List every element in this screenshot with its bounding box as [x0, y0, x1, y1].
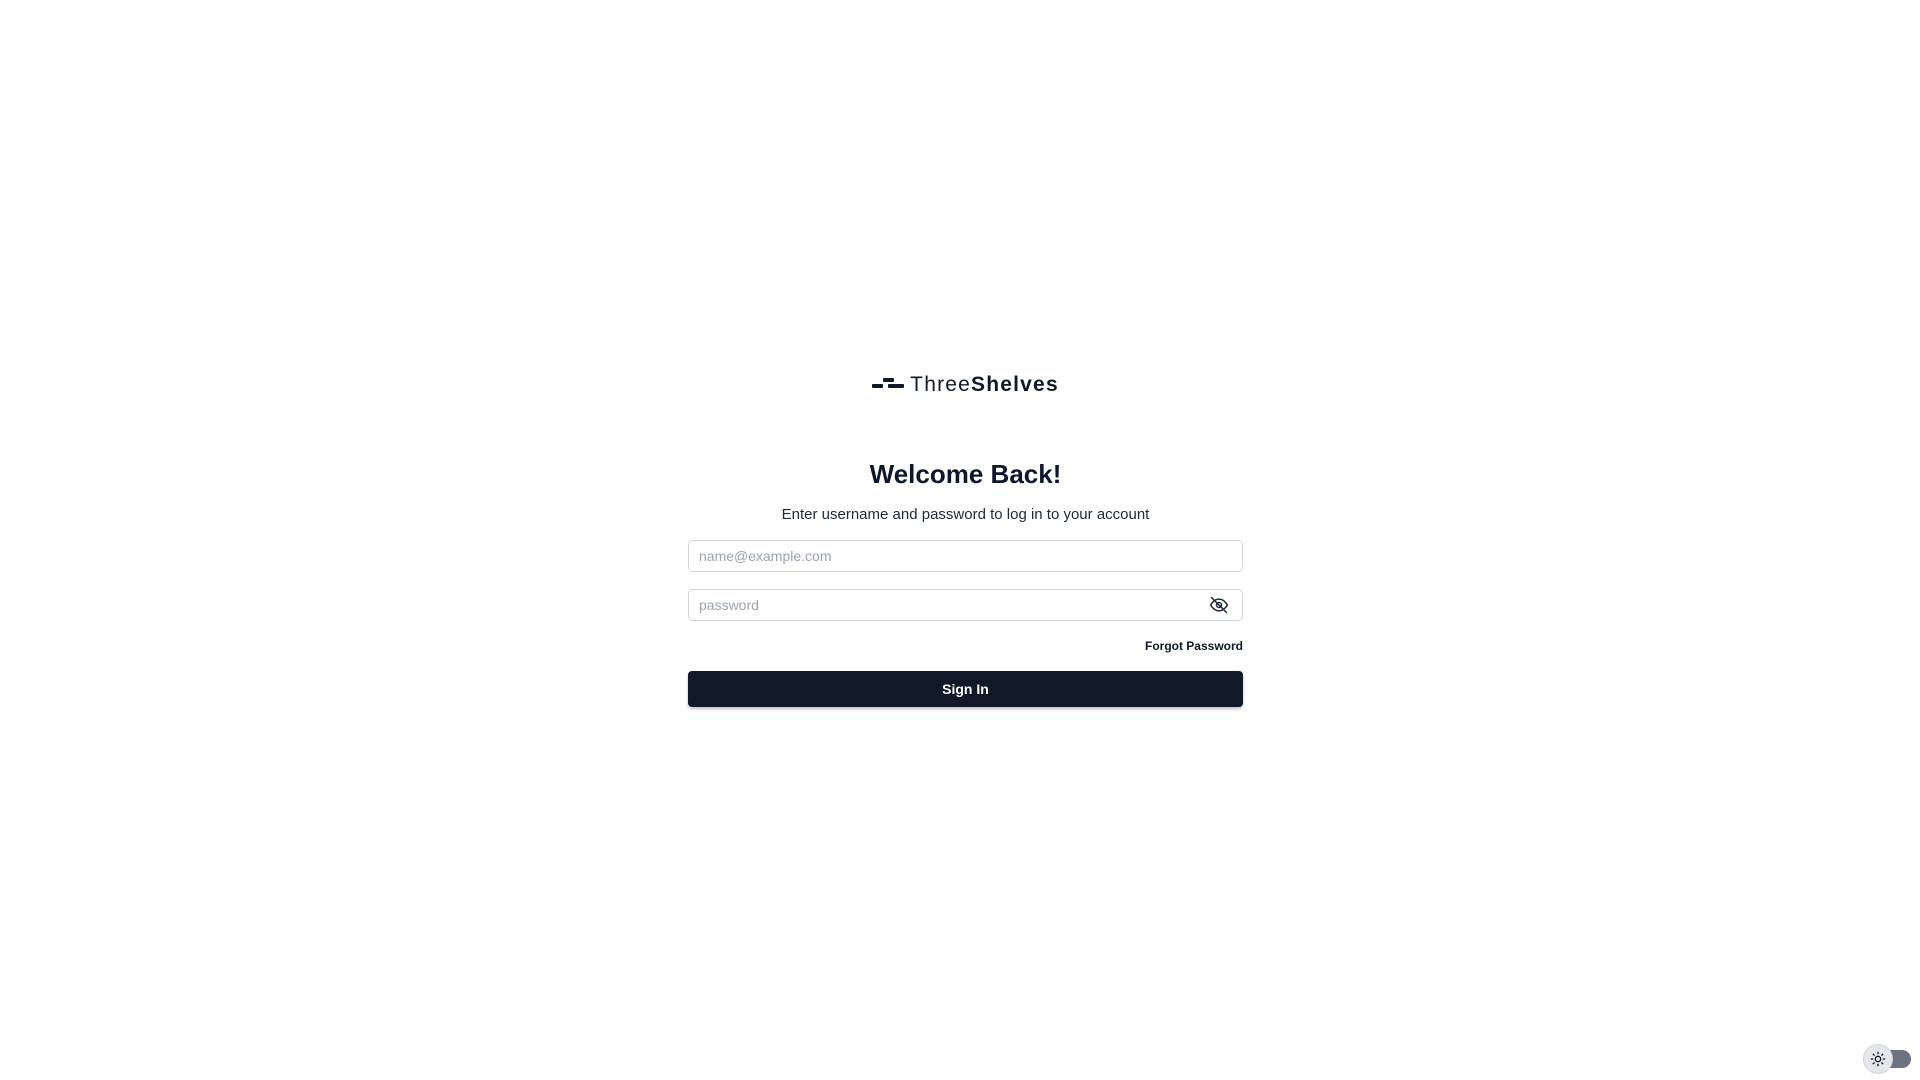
- sign-in-button[interactable]: Sign In: [688, 671, 1243, 707]
- password-field-wrapper: [688, 589, 1243, 621]
- eye-off-icon[interactable]: [1208, 594, 1230, 616]
- theme-toggle[interactable]: [1863, 1044, 1911, 1074]
- brand-name-part2: Shelves: [971, 372, 1059, 396]
- logo-mark-icon: [872, 377, 906, 391]
- email-field-wrapper: [688, 540, 1243, 572]
- login-page: ThreeShelves Welcome Back! Enter usernam…: [0, 0, 1920, 1080]
- brand-name-part1: Three: [910, 372, 972, 396]
- page-subtitle: Enter username and password to log in to…: [781, 506, 1150, 523]
- brand-name: ThreeShelves: [910, 374, 1059, 395]
- forgot-password-row: Forgot Password: [688, 638, 1243, 654]
- brand-logo: ThreeShelves: [688, 370, 1243, 398]
- sun-icon: [1870, 1051, 1886, 1067]
- login-form: ThreeShelves Welcome Back! Enter usernam…: [688, 370, 1243, 707]
- theme-toggle-thumb[interactable]: [1863, 1044, 1893, 1074]
- page-title: Welcome Back!: [869, 459, 1062, 489]
- email-field[interactable]: [689, 541, 1242, 571]
- forgot-password-link[interactable]: Forgot Password: [1145, 639, 1243, 653]
- password-field[interactable]: [689, 590, 1208, 620]
